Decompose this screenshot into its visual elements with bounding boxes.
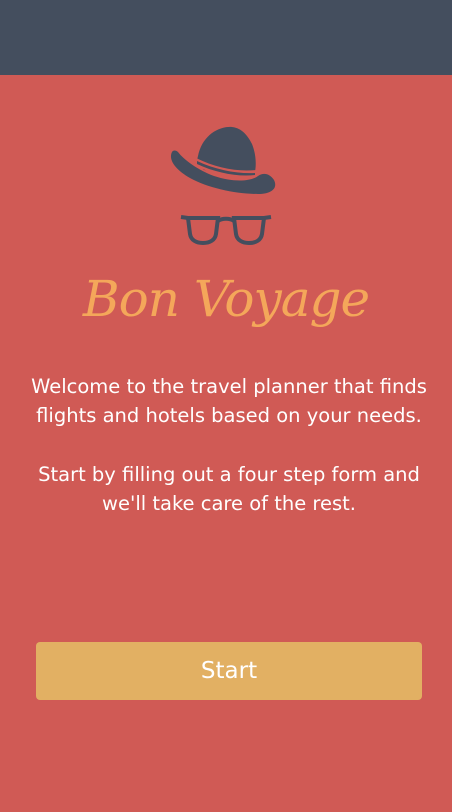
logo-graphic [170,126,276,246]
logo [0,122,452,252]
start-button[interactable]: Start [36,642,422,700]
top-bar [0,0,452,75]
welcome-text: Welcome to the travel planner that finds… [31,375,427,427]
glasses-icon [180,215,272,246]
app-title: Bon Voyage [82,270,370,328]
instructions-text: Start by filling out a four step form an… [38,463,420,515]
fedora-hat-icon [170,126,276,194]
